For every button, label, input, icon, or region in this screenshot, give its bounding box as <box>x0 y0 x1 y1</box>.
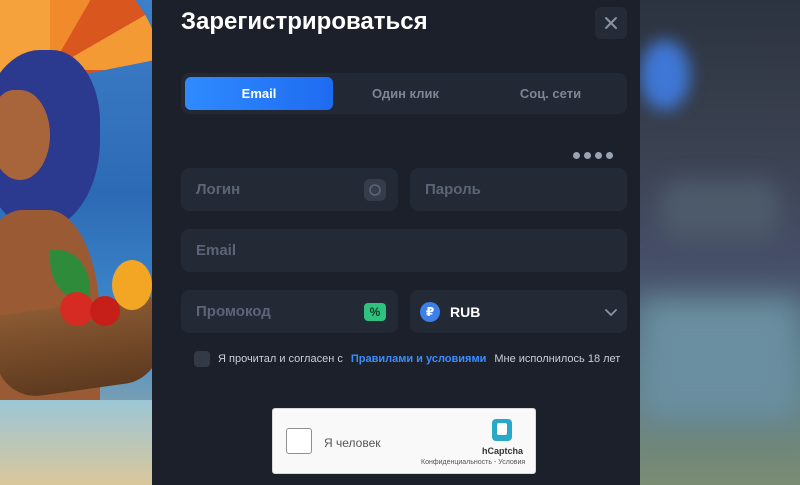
apple-art <box>90 296 120 326</box>
terms-checkbox[interactable] <box>194 351 210 367</box>
promo-placeholder: Промокод <box>196 303 271 320</box>
login-field[interactable]: Логин <box>181 168 398 211</box>
terms-agreement: Я прочитал и согласен с Правилами и усло… <box>194 351 620 367</box>
currency-select[interactable]: ₽ RUB <box>410 290 627 333</box>
agreement-text: Я прочитал и согласен с <box>218 353 343 365</box>
chevron-down-icon <box>605 304 617 320</box>
captcha-brand: hCaptcha <box>482 446 524 456</box>
registration-tabs: Email Один клик Соц. сети <box>181 73 627 114</box>
hcaptcha-widget: Я человек hCaptcha Конфиденциальность - … <box>272 408 536 474</box>
currency-value: RUB <box>450 303 481 320</box>
tab-social[interactable]: Соц. сети <box>478 77 623 110</box>
age-confirmation-text: Мне исполнилось 18 лет <box>494 353 621 365</box>
login-placeholder: Логин <box>196 181 241 198</box>
email-placeholder: Email <box>196 242 237 259</box>
captcha-label: Я человек <box>324 436 381 450</box>
password-dots-icon <box>573 152 613 159</box>
modal-title: Зарегистрироваться <box>181 8 428 35</box>
terms-link[interactable]: Правилами и условиями <box>351 353 487 365</box>
background-blob <box>640 40 690 110</box>
background-blob <box>660 180 780 240</box>
password-field[interactable]: Пароль <box>410 168 627 211</box>
beach-wave-art <box>0 400 152 485</box>
refresh-icon[interactable] <box>364 178 386 201</box>
captcha-checkbox[interactable] <box>286 428 312 454</box>
hcaptcha-logo-icon <box>487 417 517 443</box>
promo-ticket-icon: % <box>364 302 386 321</box>
blurred-background <box>640 0 800 485</box>
close-icon <box>605 17 617 29</box>
orange-art <box>112 260 152 310</box>
close-button[interactable] <box>595 7 627 39</box>
tab-one-click[interactable]: Один клик <box>333 77 478 110</box>
registration-modal: Зарегистрироваться Email Один клик Соц. … <box>152 0 640 485</box>
captcha-terms-link[interactable]: Конфиденциальность - Условия <box>421 459 525 466</box>
password-placeholder: Пароль <box>425 181 481 198</box>
promo-code-field[interactable]: Промокод % <box>181 290 398 333</box>
ruble-icon: ₽ <box>420 301 440 322</box>
apple-art <box>60 292 94 326</box>
email-field[interactable]: Email <box>181 229 627 272</box>
tab-email[interactable]: Email <box>185 77 333 110</box>
promo-illustration <box>0 0 152 485</box>
background-blob <box>640 300 800 420</box>
